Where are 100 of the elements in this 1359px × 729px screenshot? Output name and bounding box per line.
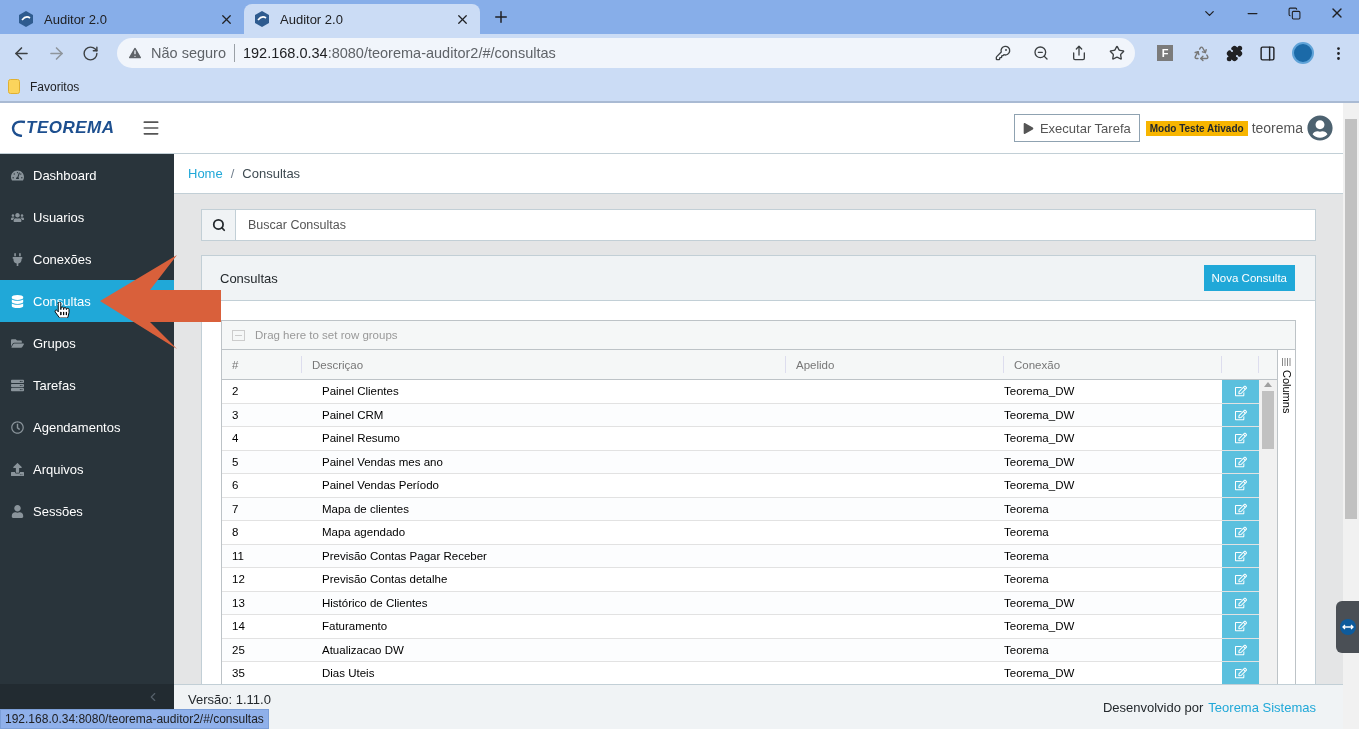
panel-title: Consultas (220, 270, 278, 286)
sidebar-item[interactable]: Tarefas (0, 364, 174, 406)
reload-icon[interactable] (82, 44, 99, 62)
test-mode-badge: Modo Teste Ativado (1145, 120, 1248, 136)
table-cell-text: 13 (231, 595, 246, 611)
table-cell-text: Previsão Contas Pagar Receber (321, 548, 488, 564)
bookmark-folder[interactable]: Favoritos (8, 79, 80, 94)
page-scroll-thumb[interactable] (1345, 119, 1357, 519)
edit-icon (1234, 432, 1247, 445)
table-cell-text: 4 (231, 431, 240, 447)
table-cell-text: Previsão Contas detalhe (321, 572, 449, 588)
run-task-button[interactable]: Executar Tarefa (1013, 114, 1140, 142)
table-cell-text: Painel Clientes (321, 384, 400, 400)
table-cell-text: 8 (231, 525, 240, 541)
group-icon (232, 329, 245, 341)
table-cell-text: 25 (231, 642, 246, 658)
edit-icon (1234, 573, 1247, 586)
sidebar-item[interactable]: Arquivos (0, 448, 174, 490)
edit-icon (1234, 596, 1247, 609)
hexagon-icon (18, 11, 34, 27)
column-header[interactable]: # (222, 356, 302, 373)
extension-icon[interactable]: F (1157, 45, 1173, 61)
credit-text: Desenvolvido por Teorema Sistemas (1102, 699, 1316, 715)
table-cell-text: 6 (231, 478, 240, 494)
table-cell-text: Teorema_DW (1003, 431, 1076, 447)
users-icon (11, 210, 24, 224)
edit-icon (1234, 455, 1247, 468)
sidebar-item[interactable]: Grupos (0, 322, 174, 364)
table-cell-text: Mapa agendado (321, 525, 407, 541)
browser-tab[interactable]: Auditor 2.0 (244, 4, 480, 34)
arrows-icon (1339, 619, 1356, 635)
share-icon[interactable] (1071, 45, 1087, 61)
restore-icon[interactable] (1288, 6, 1301, 20)
sidebar-item[interactable]: Dashboard (0, 154, 174, 196)
table-cell-text: Teorema (1003, 501, 1050, 517)
table-cell-text: 11 (231, 548, 245, 564)
warning-icon (127, 45, 143, 61)
table-cell-text: 2 (231, 384, 240, 400)
brand-logo[interactable]: TEOREMA (10, 118, 115, 138)
sidebar-item[interactable]: Agendamentos (0, 406, 174, 448)
table-cell-text: Teorema (1003, 572, 1050, 588)
hexagon-icon (254, 11, 270, 27)
table-cell-text: Mapa de clientes (321, 501, 410, 517)
database-icon (11, 294, 24, 308)
extensions-icon[interactable] (1226, 44, 1243, 62)
browser-tab[interactable]: Auditor 2.0 (8, 4, 244, 34)
user-name[interactable]: teorema (1251, 120, 1303, 136)
table-cell-text: Teorema_DW (1003, 407, 1076, 423)
table-cell-text: Teorema_DW (1003, 454, 1076, 470)
table-cell-text: Teorema_DW (1003, 619, 1076, 635)
grid-scrollbar[interactable] (1259, 380, 1277, 684)
side-panel-icon[interactable] (1259, 44, 1276, 62)
column-header[interactable]: Descriçao (302, 356, 786, 373)
group-hint: Drag here to set row groups (255, 329, 398, 341)
sidebar-item[interactable]: Conexões (0, 238, 174, 280)
sidebar-item[interactable]: Sessões (0, 490, 174, 532)
address-bar[interactable]: Não seguro 192.168.0.34:8080/teorema-auditor2/#/consultas (117, 38, 1135, 68)
table-cell-text: 14 (231, 619, 246, 635)
edit-icon (1234, 667, 1247, 680)
server-icon (11, 378, 24, 392)
scroll-up-icon[interactable] (1264, 382, 1272, 387)
table-cell-text: Faturamento (321, 619, 389, 635)
zoom-out-icon[interactable] (1033, 45, 1049, 61)
table-cell-text: Painel Vendas mes ano (321, 454, 444, 470)
url-text[interactable]: 192.168.0.34:8080/teorema-auditor2/#/consultas (242, 45, 556, 61)
table-cell-text: Dias Uteis (321, 666, 376, 682)
search-icon (211, 218, 226, 232)
columns-icon (1282, 358, 1291, 366)
table-cell-text: Teorema_DW (1003, 384, 1076, 400)
column-header[interactable]: Conexão (1004, 356, 1222, 373)
table-cell-text: 7 (231, 501, 240, 517)
user-icon (11, 504, 24, 518)
remote-widget[interactable] (1336, 601, 1359, 653)
plug-icon (11, 252, 24, 266)
table-cell-text: 3 (231, 407, 240, 423)
column-header[interactable]: Apelido (786, 356, 1004, 373)
table-cell-text: Teorema (1003, 525, 1050, 541)
profile-avatar[interactable] (1292, 42, 1314, 64)
table-cell-text: Histórico de Clientes (321, 595, 429, 611)
table-cell-text: Teorema (1003, 642, 1050, 658)
edit-icon (1234, 620, 1247, 633)
status-url: 192.168.0.34:8080/teorema-auditor2/#/consultas (0, 709, 269, 729)
edit-icon (1234, 385, 1247, 398)
version-text: Versão: 1.11.0 (188, 692, 271, 707)
key-icon[interactable] (995, 45, 1011, 61)
recycle-icon[interactable] (1193, 44, 1210, 62)
new-tab-icon[interactable] (492, 8, 510, 26)
table-cell-text: Painel Resumo (321, 431, 401, 447)
user-avatar-icon[interactable] (1307, 115, 1333, 141)
table-cell-text: Painel CRM (321, 407, 385, 423)
table-cell-text: Teorema (1003, 548, 1050, 564)
edit-icon (1234, 549, 1247, 562)
scroll-thumb[interactable] (1262, 391, 1274, 449)
table-cell-text: 12 (231, 572, 246, 588)
folder-icon (11, 336, 24, 350)
clock-icon (11, 420, 24, 434)
security-label[interactable]: Não seguro (151, 45, 226, 61)
star-icon[interactable] (1109, 45, 1125, 61)
page-scrollbar[interactable] (1343, 103, 1359, 729)
sidebar-item[interactable]: Usuarios (0, 196, 174, 238)
